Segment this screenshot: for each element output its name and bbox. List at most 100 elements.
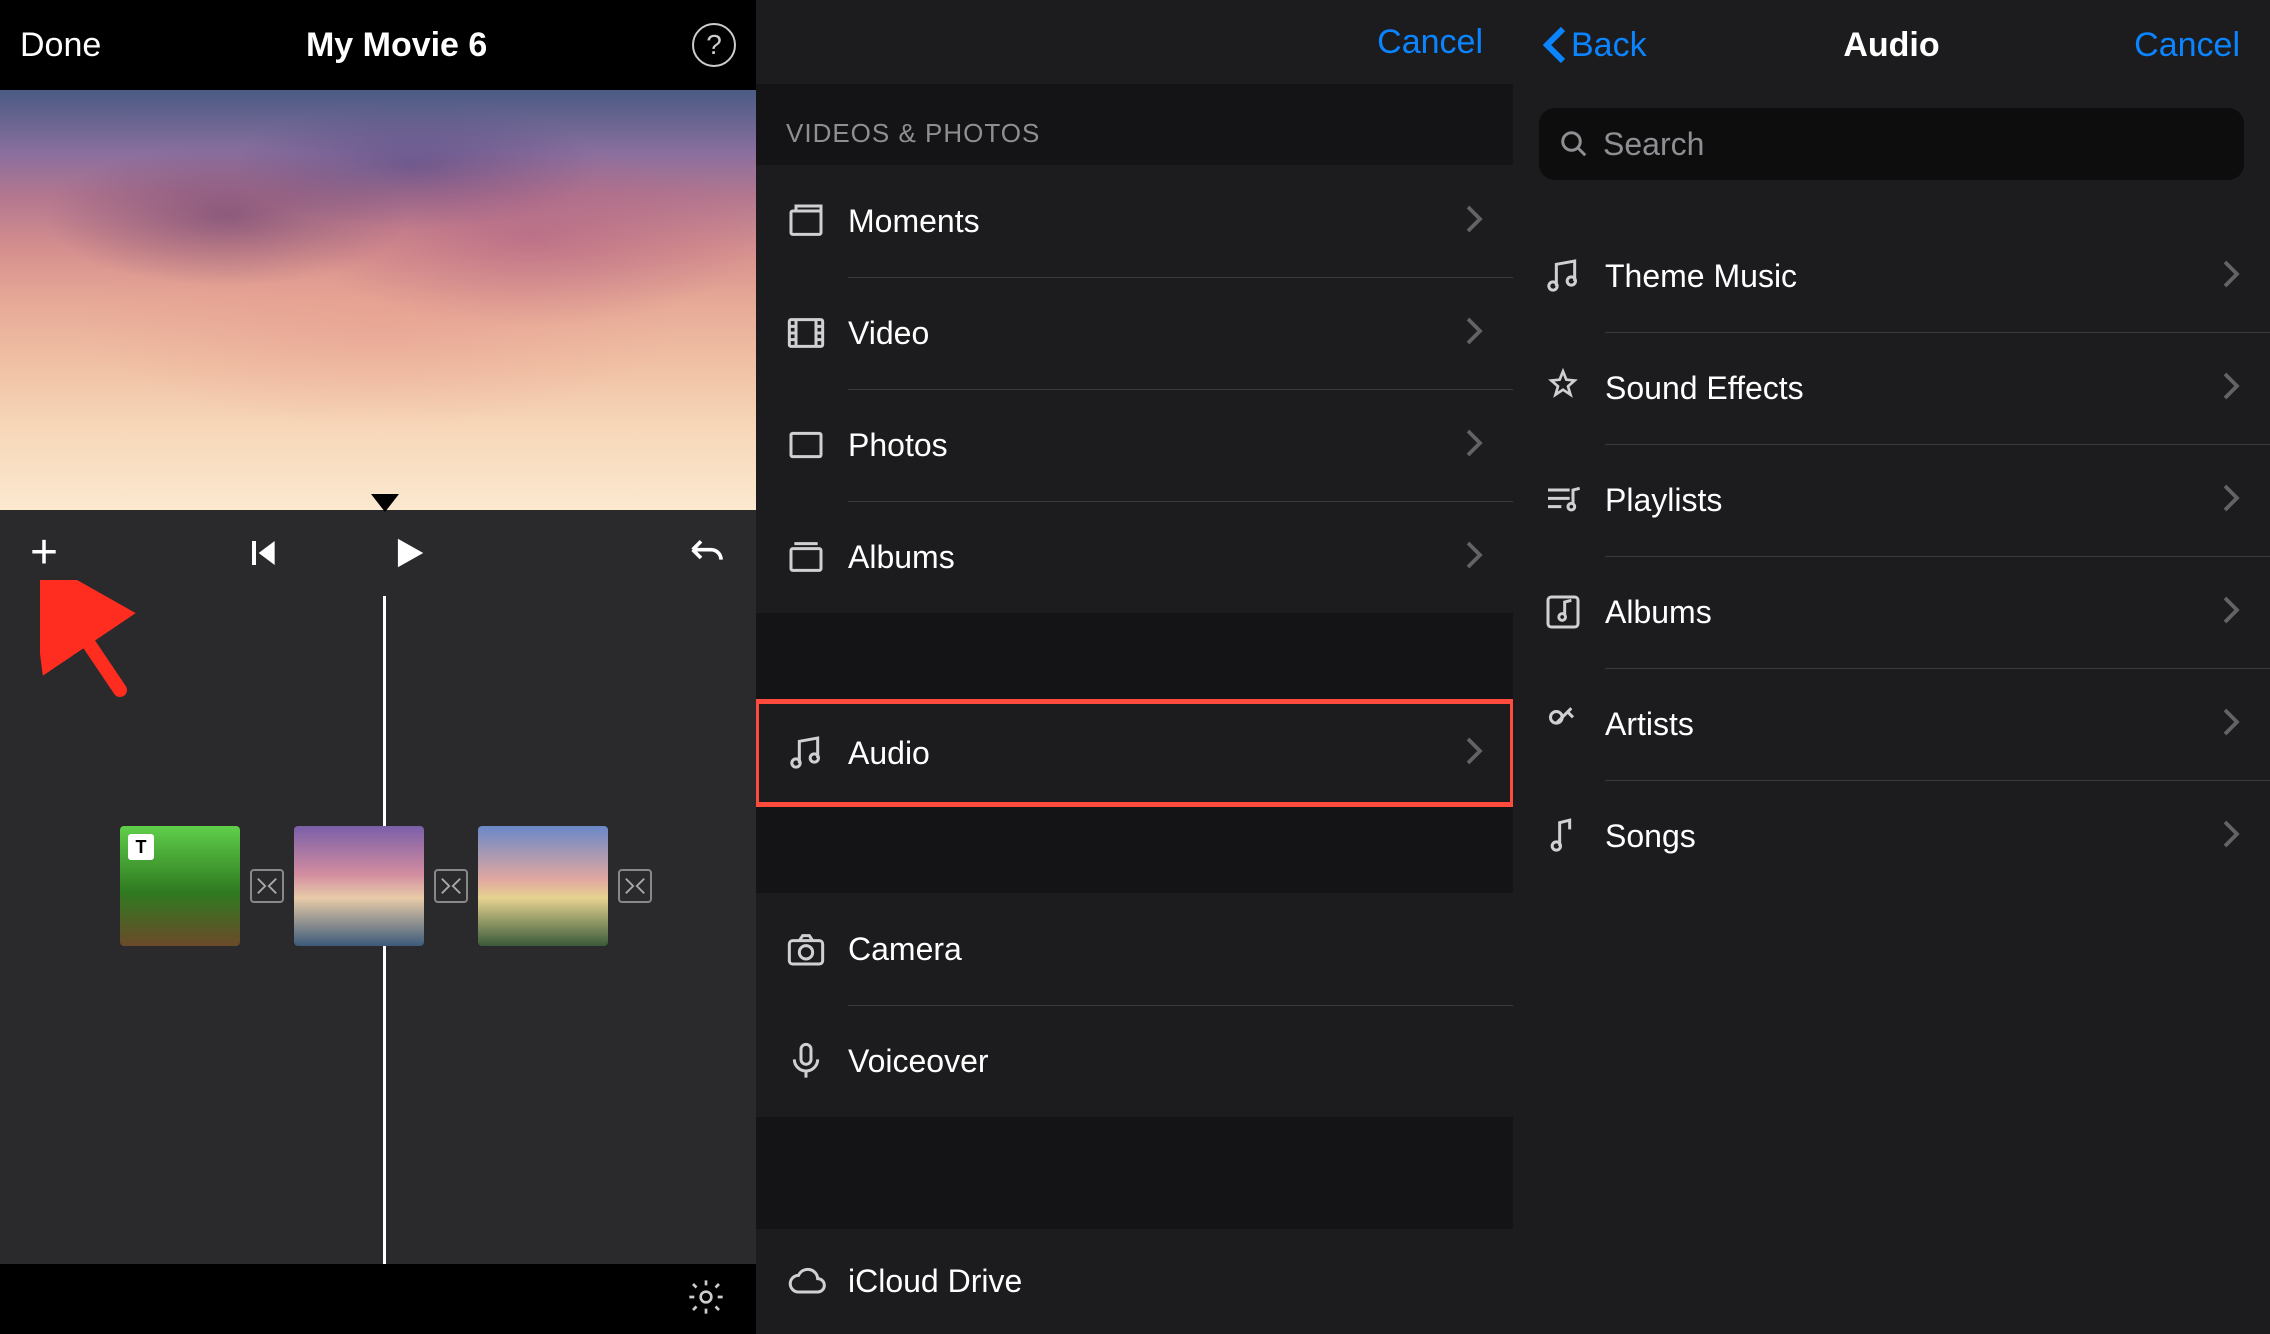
video-preview[interactable]	[0, 90, 756, 510]
screen-title: Audio	[1843, 26, 1939, 65]
clip-thumbnail[interactable]	[478, 826, 608, 946]
row-camera[interactable]: Camera	[756, 893, 1513, 1005]
back-label: Back	[1571, 26, 1647, 65]
section-header-videos-photos: VIDEOS & PHOTOS	[756, 84, 1513, 165]
row-label: Theme Music	[1605, 258, 2222, 295]
chevron-right-icon	[1465, 736, 1483, 771]
project-title: My Movie 6	[306, 26, 487, 65]
undo-button[interactable]	[686, 533, 726, 573]
capture-group: Camera Voiceover	[756, 893, 1513, 1117]
screen-editor: Done My Movie 6 ? +	[0, 0, 756, 1334]
help-icon: ?	[706, 29, 722, 61]
row-albums[interactable]: Albums	[1513, 556, 2270, 668]
playlists-icon	[1543, 480, 1583, 520]
row-label: Albums	[848, 539, 1465, 576]
transition-icon	[440, 875, 462, 897]
row-photos[interactable]: Photos	[756, 389, 1513, 501]
cancel-button[interactable]: Cancel	[2134, 26, 2240, 65]
row-moments[interactable]: Moments	[756, 165, 1513, 277]
play-icon	[390, 534, 428, 572]
row-label: Voiceover	[848, 1043, 1483, 1080]
video-icon	[786, 313, 826, 353]
clips-row	[0, 821, 756, 951]
chevron-right-icon	[2222, 819, 2240, 854]
cancel-button[interactable]: Cancel	[1377, 23, 1483, 62]
chevron-right-icon	[1465, 316, 1483, 351]
chevron-right-icon	[2222, 371, 2240, 406]
row-icloud-drive[interactable]: iCloud Drive	[756, 1229, 1513, 1334]
row-label: Camera	[848, 931, 1483, 968]
row-label: Playlists	[1605, 482, 2222, 519]
row-theme-music[interactable]: Theme Music	[1513, 220, 2270, 332]
row-audio[interactable]: Audio	[756, 701, 1513, 806]
search-input[interactable]: Search	[1539, 108, 2244, 180]
timeline[interactable]	[0, 596, 756, 1264]
row-label: Albums	[1605, 594, 2222, 631]
clip-thumbnail[interactable]	[120, 826, 240, 946]
search-wrap: Search	[1513, 90, 2270, 180]
row-voiceover[interactable]: Voiceover	[756, 1005, 1513, 1117]
transition-button[interactable]	[618, 869, 652, 903]
audio-categories: Theme Music Sound Effects Playlists Albu…	[1513, 220, 2270, 892]
add-media-button[interactable]: +	[30, 529, 58, 577]
music-note-icon	[786, 733, 826, 773]
photos-icon	[786, 425, 826, 465]
row-label: Songs	[1605, 818, 2222, 855]
row-label: iCloud Drive	[848, 1263, 1483, 1300]
chevron-right-icon	[1465, 204, 1483, 239]
chevron-right-icon	[1465, 428, 1483, 463]
row-video[interactable]: Video	[756, 277, 1513, 389]
playhead-marker-icon	[371, 494, 399, 512]
transition-button[interactable]	[434, 869, 468, 903]
back-button[interactable]: Back	[1543, 25, 1647, 65]
nav-bar: Back Audio Cancel	[1513, 0, 2270, 90]
screen-media-picker: Cancel VIDEOS & PHOTOS Moments Video Pho…	[756, 0, 1513, 1334]
search-placeholder: Search	[1603, 126, 1704, 163]
help-button[interactable]: ?	[692, 23, 736, 67]
chevron-right-icon	[2222, 707, 2240, 742]
row-label: Video	[848, 315, 1465, 352]
song-icon	[1543, 816, 1583, 856]
transition-button[interactable]	[250, 869, 284, 903]
nav-bar: Cancel	[756, 0, 1513, 84]
row-sound-effects[interactable]: Sound Effects	[1513, 332, 2270, 444]
row-label: Moments	[848, 203, 1465, 240]
editor-header: Done My Movie 6 ?	[0, 0, 756, 90]
sound-effects-icon	[1543, 368, 1583, 408]
settings-button[interactable]	[686, 1277, 726, 1322]
skip-back-button[interactable]	[248, 537, 280, 569]
done-button[interactable]: Done	[20, 26, 101, 65]
transport-controls: +	[0, 510, 756, 596]
transition-icon	[624, 875, 646, 897]
clip-thumbnail[interactable]	[294, 826, 424, 946]
music-note-icon	[1543, 256, 1583, 296]
row-label: Photos	[848, 427, 1465, 464]
row-albums[interactable]: Albums	[756, 501, 1513, 613]
editor-footer	[0, 1264, 756, 1334]
albums-icon	[786, 537, 826, 577]
artists-icon	[1543, 704, 1583, 744]
transition-icon	[256, 875, 278, 897]
gear-icon	[686, 1277, 726, 1317]
row-artists[interactable]: Artists	[1513, 668, 2270, 780]
row-label: Audio	[848, 735, 1465, 772]
row-songs[interactable]: Songs	[1513, 780, 2270, 892]
chevron-left-icon	[1543, 25, 1567, 65]
camera-icon	[786, 929, 826, 969]
music-album-icon	[1543, 592, 1583, 632]
chevron-right-icon	[2222, 483, 2240, 518]
row-label: Artists	[1605, 706, 2222, 743]
search-icon	[1559, 129, 1589, 159]
chevron-right-icon	[1465, 540, 1483, 575]
microphone-icon	[786, 1041, 826, 1081]
moments-icon	[786, 201, 826, 241]
undo-icon	[686, 533, 726, 573]
cloud-icon	[786, 1262, 826, 1302]
play-button[interactable]	[390, 534, 428, 572]
chevron-right-icon	[2222, 259, 2240, 294]
skip-back-icon	[248, 537, 280, 569]
row-label: Sound Effects	[1605, 370, 2222, 407]
row-playlists[interactable]: Playlists	[1513, 444, 2270, 556]
screen-audio-browser: Back Audio Cancel Search Theme Music Sou…	[1513, 0, 2270, 1334]
chevron-right-icon	[2222, 595, 2240, 630]
